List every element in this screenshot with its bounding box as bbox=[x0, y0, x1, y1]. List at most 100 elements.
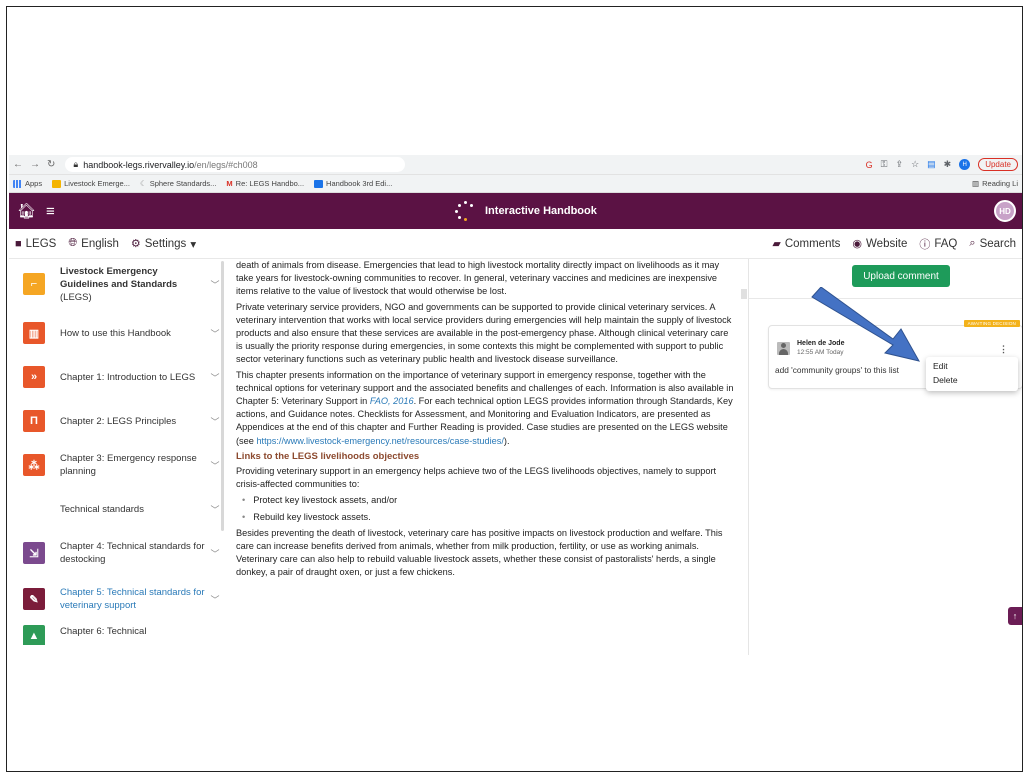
chevron-down-icon: ﹀ bbox=[210, 548, 220, 559]
handbook-icon bbox=[314, 179, 324, 188]
url-host: handbook-legs.rivervalley.io bbox=[83, 159, 195, 170]
paragraph: Private veterinary service providers, NG… bbox=[236, 301, 732, 365]
section-heading: Links to the LEGS livelihoods objectives bbox=[236, 450, 420, 462]
url-field[interactable]: 🔒︎ handbook-legs.rivervalley.io/en/legs/… bbox=[65, 157, 406, 172]
bookmark-sphere[interactable]: ☾ Sphere Standards... bbox=[140, 179, 216, 188]
chevrons-icon: » bbox=[23, 366, 45, 388]
legs-button[interactable]: ■ LEGS bbox=[15, 238, 56, 250]
language-button[interactable]: 🌐︎ English bbox=[68, 237, 119, 250]
list-item: Rebuild key livestock assets. bbox=[242, 511, 736, 524]
paragraph: This chapter presents information on the… bbox=[236, 369, 734, 446]
update-button[interactable]: Update bbox=[978, 158, 1018, 171]
list-item: Protect key livestock assets, and/or bbox=[242, 494, 736, 507]
forward-icon[interactable]: → bbox=[30, 159, 40, 170]
sidebar-item-how-to-use[interactable]: ▥ How to use this Handbook ﹀ bbox=[23, 313, 223, 353]
paragraph: Besides preventing the death of livestoc… bbox=[236, 527, 723, 578]
lock-icon: 🔒︎ bbox=[73, 159, 79, 169]
app-header: 🏠︎ ≡ Interactive Handbook HD bbox=[9, 193, 1022, 229]
browser-actions: G ⚿ ⇪ ☆ ▤ ✱ H Update bbox=[866, 158, 1018, 171]
comments-icon: ▰ bbox=[772, 238, 781, 250]
legs-logo-icon: ⌐ bbox=[23, 273, 45, 295]
chapter-content: death of animals from disease. Emergenci… bbox=[236, 259, 736, 655]
sidebar-item-chapter-1[interactable]: » Chapter 1: Introduction to LEGS ﹀ bbox=[23, 357, 223, 397]
folder-icon bbox=[52, 179, 62, 188]
sidebar-item-legs[interactable]: ⌐ Livestock Emergency Guidelines and Sta… bbox=[23, 259, 223, 309]
browser-nav: ← → ↻ bbox=[13, 159, 55, 170]
search-icon: ⌕ bbox=[969, 237, 976, 249]
menu-icon[interactable]: ≡ bbox=[46, 203, 55, 220]
book-icon: ▥ bbox=[23, 322, 45, 344]
fao-link[interactable]: FAO, 2016 bbox=[370, 396, 414, 406]
case-studies-link[interactable]: https://www.livestock-emergency.net/reso… bbox=[256, 436, 503, 446]
address-bar-row: ← → ↻ 🔒︎ handbook-legs.rivervalley.io/en… bbox=[9, 155, 1022, 175]
sidebar-scrollbar[interactable] bbox=[221, 261, 224, 531]
header-left: 🏠︎ ≡ bbox=[17, 202, 55, 221]
sphere-icon: ☾ bbox=[139, 179, 147, 188]
reading-list[interactable]: ▥ Reading Li bbox=[972, 179, 1018, 188]
book-icon: ■ bbox=[15, 237, 22, 250]
sidebar-item-chapter-5[interactable]: ✎ Chapter 5: Technical standards for vet… bbox=[23, 577, 223, 621]
arrow-up-icon: ↑ bbox=[1012, 611, 1018, 621]
menu-item-delete[interactable]: Delete bbox=[926, 373, 1018, 387]
sidebar-item-chapter-6[interactable]: ▲ Chapter 6: Technical bbox=[23, 625, 223, 645]
content-scrollbar[interactable] bbox=[741, 289, 747, 299]
apps-grid-icon bbox=[13, 179, 22, 188]
bookmarks-bar: Apps Livestock Emerge... ☾ Sphere Standar… bbox=[9, 175, 1022, 193]
app-toolbar: ■ LEGS 🌐︎ English ⚙ Settings ▾ ▰ Comments ◉ We… bbox=[9, 229, 1022, 259]
feed-icon: ▲ bbox=[23, 625, 45, 645]
website-button[interactable]: ◉ Website bbox=[852, 237, 907, 251]
star-icon[interactable]: ☆ bbox=[911, 159, 919, 170]
bookmark-handbook[interactable]: Handbook 3rd Edi... bbox=[314, 179, 392, 188]
compass-icon: ◉ bbox=[852, 238, 863, 250]
sidebar-item-chapter-2[interactable]: Π Chapter 2: LEGS Principles ﹀ bbox=[23, 401, 223, 441]
reload-icon[interactable]: ↻ bbox=[47, 159, 55, 170]
settings-button[interactable]: ⚙ Settings ▾ bbox=[131, 237, 196, 251]
comment-menu: Edit Delete bbox=[926, 357, 1018, 391]
bookmark-livestock[interactable]: Livestock Emerge... bbox=[52, 179, 130, 188]
syringe-icon: ✎ bbox=[23, 588, 45, 610]
header-brand[interactable]: Interactive Handbook bbox=[455, 193, 597, 229]
chevron-down-icon: ﹀ bbox=[210, 594, 220, 605]
slide-frame: ← → ↻ 🔒︎ handbook-legs.rivervalley.io/en… bbox=[6, 6, 1023, 772]
profile-icon[interactable]: H bbox=[959, 159, 971, 170]
pillar-icon: Π bbox=[23, 410, 45, 432]
extension-doc-icon[interactable]: ▤ bbox=[927, 159, 936, 170]
gmail-icon: M bbox=[226, 179, 233, 188]
search-button[interactable]: ⌕ Search bbox=[969, 237, 1016, 250]
objectives-list: Protect key livestock assets, and/or Reb… bbox=[236, 494, 736, 523]
handbook-logo-icon bbox=[455, 201, 475, 221]
question-icon: ⓘ bbox=[919, 238, 931, 251]
key-icon[interactable]: ⚿ bbox=[881, 159, 888, 170]
faq-button[interactable]: ⓘ FAQ bbox=[919, 236, 957, 252]
header-title: Interactive Handbook bbox=[485, 205, 597, 217]
comments-button[interactable]: ▰ Comments bbox=[772, 237, 840, 251]
paragraph: Providing veterinary support in an emerg… bbox=[236, 466, 717, 490]
reading-list-icon: ▥ bbox=[972, 179, 980, 188]
menu-item-edit[interactable]: Edit bbox=[926, 359, 1018, 373]
status-badge: AWAITING DECISION bbox=[963, 320, 1020, 327]
bookmark-apps[interactable]: Apps bbox=[13, 179, 42, 188]
bookmark-gmail[interactable]: M Re: LEGS Handbo... bbox=[226, 179, 304, 188]
destocking-icon: ⇲ bbox=[23, 542, 45, 564]
url-path: /en/legs/#ch008 bbox=[194, 159, 258, 170]
annotation-arrow bbox=[811, 287, 920, 362]
scroll-top-button[interactable]: ↑ bbox=[1008, 607, 1022, 625]
upload-comment-button[interactable]: Upload comment bbox=[852, 265, 950, 287]
people-icon: ⁂ bbox=[23, 454, 45, 476]
paragraph: death of animals from disease. Emergenci… bbox=[236, 260, 720, 297]
share-icon[interactable]: ⇪ bbox=[896, 159, 904, 170]
sidebar-item-chapter-3[interactable]: ⁂ Chapter 3: Emergency response planning… bbox=[23, 445, 223, 485]
home-icon[interactable]: 🏠︎ bbox=[17, 202, 36, 220]
puzzle-icon[interactable]: ✱ bbox=[944, 159, 952, 170]
browser-window: ← → ↻ 🔒︎ handbook-legs.rivervalley.io/en… bbox=[9, 155, 1022, 655]
user-avatar[interactable]: HD bbox=[994, 200, 1016, 222]
globe-icon: 🌐︎ bbox=[68, 237, 78, 249]
kebab-menu-icon[interactable]: ⋮ bbox=[999, 344, 1008, 355]
sidebar-item-technical-standards[interactable]: Technical standards ﹀ bbox=[23, 489, 223, 529]
gear-icon: ⚙ bbox=[130, 238, 141, 250]
caret-down-icon: ▾ bbox=[190, 238, 197, 251]
chapter-sidebar: ⌐ Livestock Emergency Guidelines and Sta… bbox=[23, 259, 223, 655]
sidebar-item-chapter-4[interactable]: ⇲ Chapter 4: Technical standards for des… bbox=[23, 533, 223, 573]
back-icon[interactable]: ← bbox=[13, 159, 23, 170]
google-icon[interactable]: G bbox=[866, 160, 873, 170]
